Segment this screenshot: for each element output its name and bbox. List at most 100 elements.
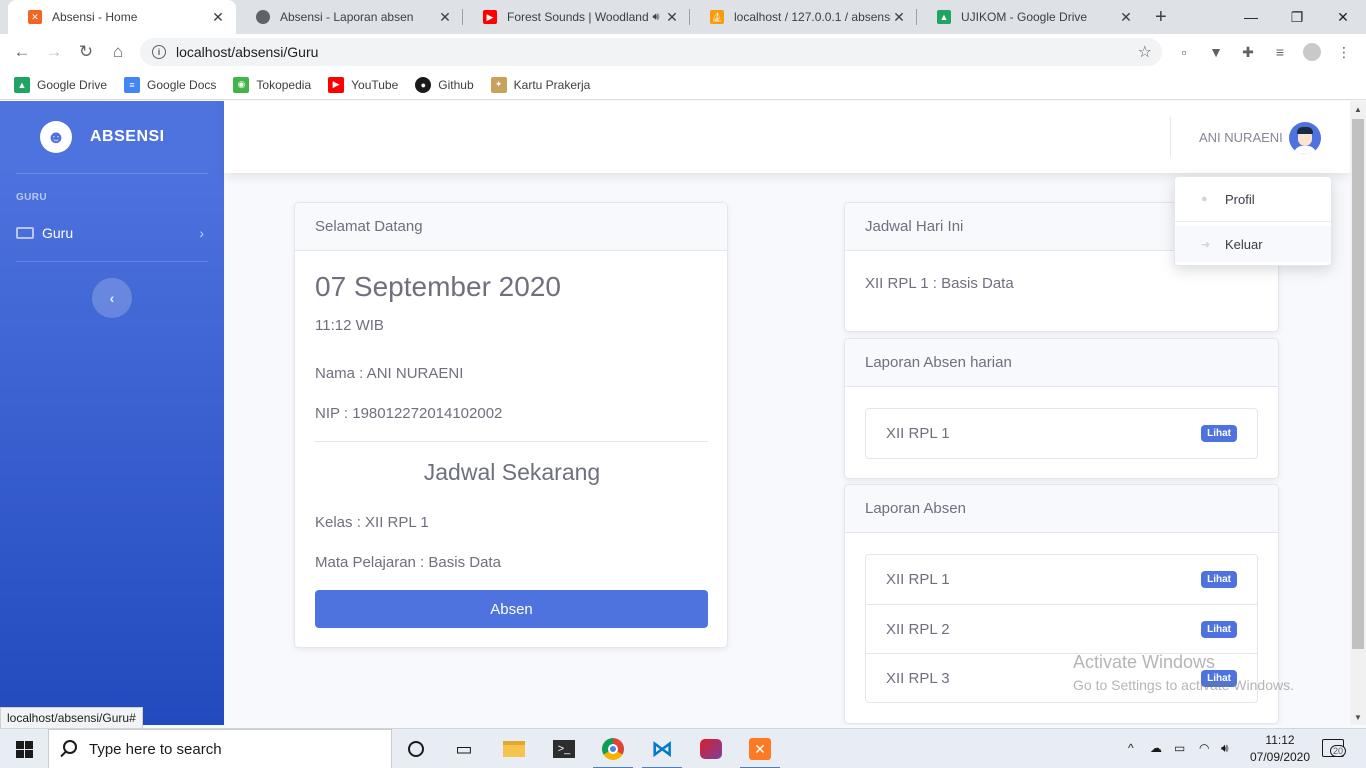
card-header: Selamat Datang <box>295 203 727 251</box>
clock-time: 11:12 <box>1265 733 1295 747</box>
class-text: Kelas : XII RPL 1 <box>315 514 429 531</box>
xampp-icon[interactable]: ✕ <box>736 729 784 768</box>
teacher-nip: NIP : 198012272014102002 <box>315 405 503 422</box>
forward-icon[interactable]: → <box>42 40 66 64</box>
battery-icon[interactable]: ▭ <box>1174 741 1185 755</box>
speaker-icon[interactable]: 🔊︎ <box>648 11 664 24</box>
topbar: ANI NURAENI <box>224 101 1350 173</box>
youtube-icon: ▶ <box>483 10 497 24</box>
sidebar-item-guru[interactable]: Guru › <box>16 221 208 245</box>
close-icon[interactable]: ✕ <box>210 9 226 26</box>
close-icon[interactable]: ✕ <box>1118 9 1134 26</box>
terminal-icon[interactable]: >_ <box>540 729 588 768</box>
list-item[interactable]: XII RPL 1 Lihat <box>866 409 1257 458</box>
cortana-icon[interactable] <box>392 729 440 768</box>
class-label: XII RPL 1 <box>886 571 950 588</box>
bookmark-youtube[interactable]: ▶ YouTube <box>328 76 399 93</box>
subject-text: Mata Pelajaran : Basis Data <box>315 554 501 571</box>
topbar-divider <box>1170 117 1171 157</box>
bookmark-label: Google Drive <box>37 77 108 92</box>
drive-icon: ▲ <box>937 10 951 24</box>
puzzle-icon[interactable]: ✚ <box>1239 43 1257 61</box>
app-viewport: ☻ ABSENSI GURU Guru › ‹ ANI NURAENI Sela… <box>0 101 1350 725</box>
new-tab-icon[interactable]: + <box>1155 6 1167 29</box>
prakerja-icon: ✦ <box>490 76 507 93</box>
windows-icon <box>15 740 33 758</box>
start-button[interactable] <box>0 729 48 768</box>
lihat-badge[interactable]: Lihat <box>1201 620 1237 638</box>
tab-google-drive[interactable]: ▲ UJIKOM - Google Drive ✕ <box>917 0 1144 34</box>
wifi-icon[interactable]: ◠ <box>1199 741 1209 755</box>
system-clock[interactable]: 11:12 07/09/2020 <box>1248 732 1312 766</box>
browser-toolbar: ← → ↻ ⌂ i localhost/absensi/Guru ☆ ▫ ▼ ✚… <box>0 34 1366 70</box>
taskbar: Type here to search ▭ >_ ⋈ ✕ ^ ☁ ▭ ◠ 🔊︎ … <box>0 728 1366 768</box>
extension-icon[interactable]: ▫ <box>1175 43 1193 61</box>
tab-forest-sounds[interactable]: ▶ Forest Sounds | Woodland 🔊︎ ✕ <box>463 0 690 34</box>
daily-report-card: Laporan Absen harian XII RPL 1 Lihat <box>844 338 1279 479</box>
lihat-badge[interactable]: Lihat <box>1201 571 1237 588</box>
schedule-text: XII RPL 1 : Basis Data <box>865 275 1014 292</box>
task-view-icon[interactable]: ▭ <box>440 729 488 768</box>
vscode-icon[interactable]: ⋈ <box>638 729 686 768</box>
bookmark-label: YouTube <box>351 77 399 92</box>
bookmark-label: Tokopedia <box>256 77 312 92</box>
scroll-up-icon[interactable]: ▲ <box>1354 105 1362 114</box>
tab-absensi-home[interactable]: ✕ Absensi - Home ✕ <box>8 0 236 34</box>
absen-button[interactable]: Absen <box>315 590 708 628</box>
dropdown-item-keluar[interactable]: ➜ Keluar <box>1175 226 1331 262</box>
onedrive-icon[interactable]: ☁ <box>1150 741 1162 755</box>
star-icon[interactable]: ☆ <box>1138 42 1152 62</box>
lihat-badge[interactable]: Lihat <box>1201 425 1237 442</box>
back-icon[interactable]: ← <box>10 40 34 64</box>
scroll-thumb[interactable] <box>1352 119 1364 649</box>
bookmark-kartu-prakerja[interactable]: ✦ Kartu Prakerja <box>490 76 591 93</box>
bookmark-google-docs[interactable]: ≡ Google Docs <box>124 76 216 93</box>
close-icon[interactable]: ✕ <box>664 9 680 26</box>
reload-icon[interactable]: ↻ <box>74 40 98 64</box>
maximize-icon[interactable]: ❐ <box>1274 0 1320 34</box>
class-label: XII RPL 3 <box>886 669 950 687</box>
url-text[interactable]: localhost/absensi/Guru <box>176 44 318 60</box>
clock-date: 07/09/2020 <box>1249 750 1311 764</box>
tab-title: localhost / 127.0.0.1 / absensi / <box>734 10 891 24</box>
list-item[interactable]: XII RPL 2 Lihat <box>866 604 1257 653</box>
dropdown-item-profil[interactable]: ● Profil <box>1175 181 1331 217</box>
close-icon[interactable]: ✕ <box>891 9 907 26</box>
sidebar-brand[interactable]: ☻ ABSENSI <box>40 121 165 153</box>
page-scrollbar[interactable]: ▲ ▼ <box>1350 101 1366 725</box>
close-icon[interactable]: ✕ <box>437 9 453 26</box>
volume-icon[interactable]: 🔊︎ <box>1221 741 1229 756</box>
chrome-icon[interactable] <box>589 729 637 768</box>
profile-avatar-icon[interactable] <box>1303 43 1321 61</box>
creative-cloud-icon[interactable] <box>687 729 735 768</box>
taskbar-search[interactable]: Type here to search <box>48 729 392 768</box>
list-item[interactable]: XII RPL 1 Lihat <box>866 555 1257 604</box>
tab-laporan-absen[interactable]: Absensi - Laporan absen ✕ <box>236 0 463 34</box>
bookmark-github[interactable]: ● Github <box>415 76 474 93</box>
status-url: localhost/absensi/Guru# <box>0 707 143 728</box>
media-control-icon[interactable]: ≡ <box>1271 43 1289 61</box>
bookmark-tokopedia[interactable]: ◉ Tokopedia <box>233 76 312 93</box>
address-bar[interactable]: i localhost/absensi/Guru ☆ <box>140 38 1162 66</box>
sidebar-toggle-button[interactable]: ‹ <box>92 278 132 318</box>
avatar[interactable] <box>1289 122 1321 154</box>
window-close-icon[interactable]: ✕ <box>1320 0 1366 34</box>
scroll-down-icon[interactable]: ▼ <box>1354 713 1362 722</box>
schedule-heading: Jadwal Sekarang <box>423 459 601 485</box>
minimize-icon[interactable]: — <box>1228 0 1274 34</box>
bookmark-label: Kartu Prakerja <box>513 77 591 92</box>
info-icon[interactable]: i <box>152 45 166 59</box>
bookmark-label: Github <box>438 77 474 92</box>
github-icon: ● <box>415 76 432 93</box>
menu-icon[interactable]: ⋮ <box>1335 43 1353 61</box>
vue-devtools-icon[interactable]: ▼ <box>1207 43 1225 61</box>
notification-icon[interactable]: 20 <box>1322 739 1347 757</box>
home-icon[interactable]: ⌂ <box>106 40 130 64</box>
tab-phpmyadmin[interactable]: ⛵︎ localhost / 127.0.0.1 / absensi / ✕ <box>690 0 917 34</box>
user-name[interactable]: ANI NURAENI <box>1199 130 1283 145</box>
bookmark-google-drive[interactable]: ▲ Google Drive <box>14 76 108 93</box>
chevron-up-icon[interactable]: ^ <box>1128 741 1134 755</box>
file-explorer-icon[interactable] <box>490 729 538 768</box>
sign-out-icon: ➜ <box>1201 238 1211 251</box>
chalkboard-teacher-icon <box>16 227 34 239</box>
